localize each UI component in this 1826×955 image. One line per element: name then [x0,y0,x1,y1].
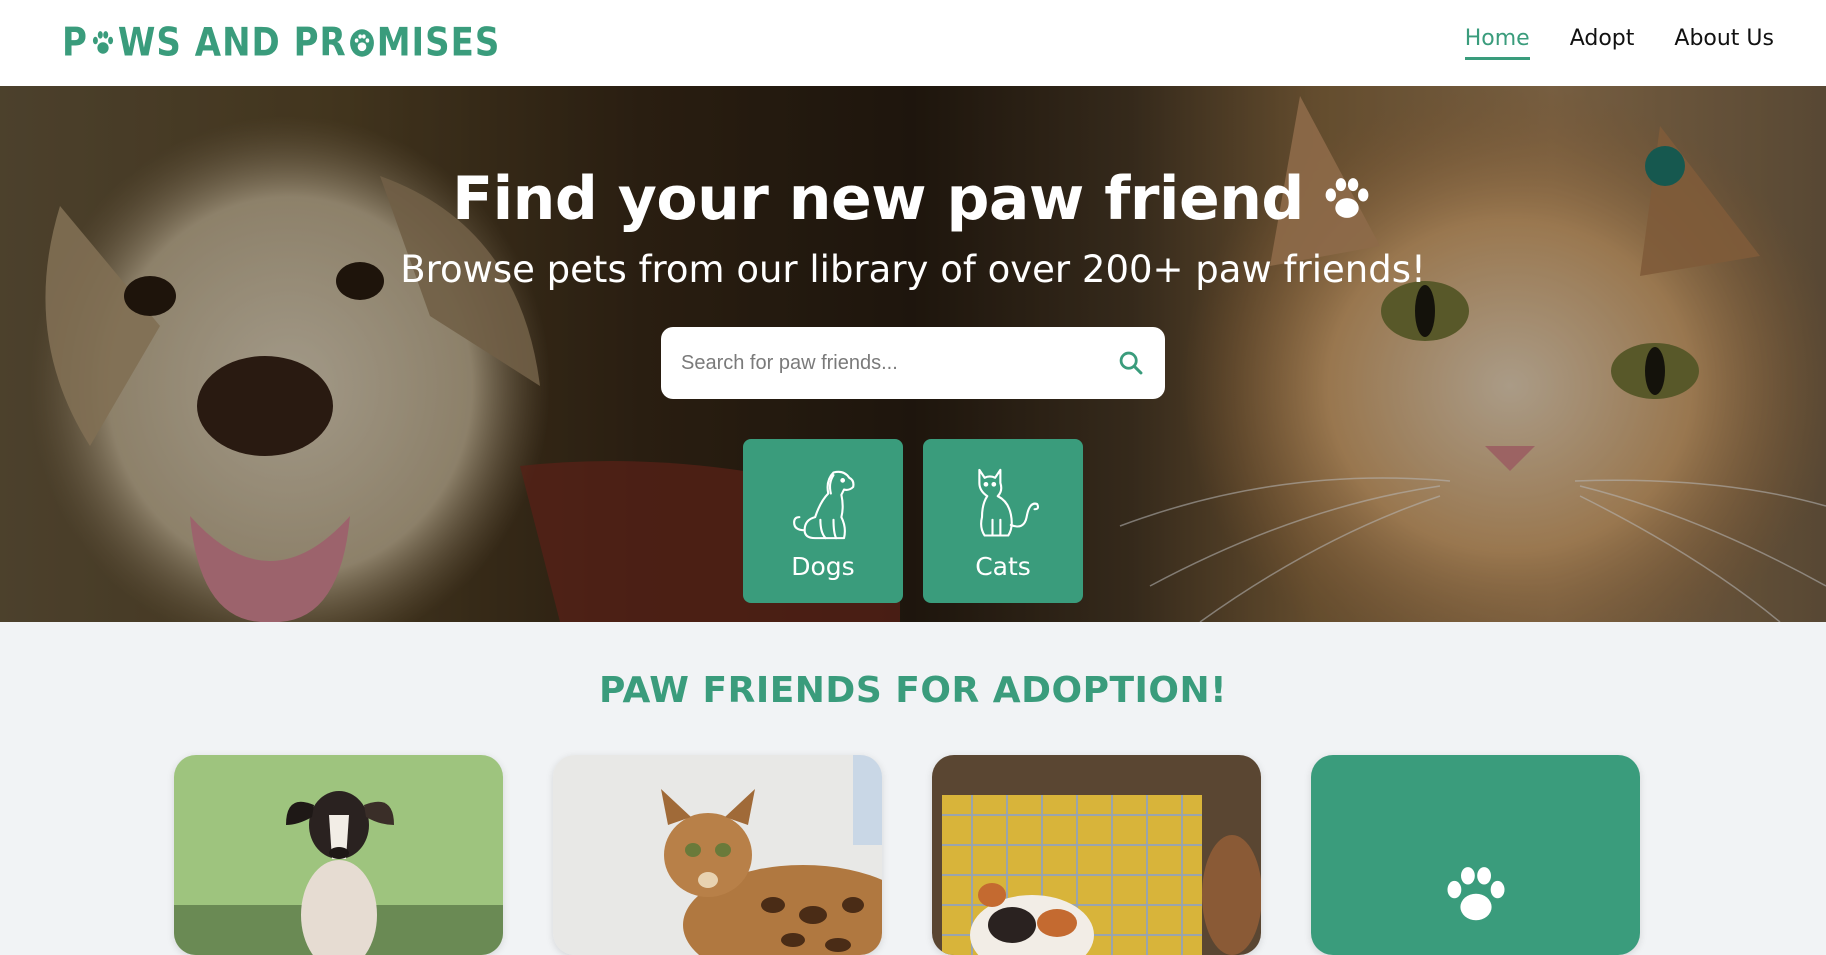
hero-title: Find your new paw friend [452,164,1374,234]
nav-link-about-us[interactable]: About Us [1674,26,1774,60]
paw-icon [1447,867,1504,921]
paw-icon [1325,178,1369,218]
logo[interactable]: P WS AND PR MISES [62,20,500,66]
pet-card-calico-cat[interactable] [932,755,1261,955]
category-dogs-button[interactable]: Dogs [743,439,903,603]
hero-content: Find your new paw friend Browse pets fro… [0,86,1826,622]
pet-card-bengal-cat[interactable] [553,755,882,955]
search-bar [661,327,1165,399]
hero-subtitle: Browse pets from our library of over 200… [400,248,1426,291]
logo-text: P [62,20,88,66]
navbar: P WS AND PR MISES Home Adopt About Us [0,0,1826,86]
adoption-section-title: PAW FRIENDS FOR ADOPTION! [598,670,1228,711]
category-cats-button[interactable]: Cats [923,439,1083,603]
category-cats-label: Cats [975,552,1031,581]
nav-link-adopt[interactable]: Adopt [1570,26,1635,60]
dog-icon [793,470,855,540]
bengal-cat-photo [553,755,882,955]
pet-card-more[interactable] [1311,755,1640,955]
hero-banner: Find your new paw friend Browse pets fro… [0,86,1826,622]
category-buttons: Dogs Cats [743,439,1083,603]
paw-icon [92,31,113,54]
puppy-photo [174,755,503,955]
category-dogs-label: Dogs [791,552,855,581]
paw-icon [349,29,374,57]
search-input[interactable] [681,351,1117,375]
main-nav: Home Adopt About Us [1464,26,1774,60]
nav-link-home[interactable]: Home [1464,26,1530,60]
calico-cat-photo [932,755,1261,955]
pet-card-list [174,755,1640,955]
search-icon[interactable] [1117,349,1145,377]
pet-card-puppy[interactable] [174,755,503,955]
cat-icon [978,468,1040,537]
hero-title-text: Find your new paw friend [452,164,1304,234]
